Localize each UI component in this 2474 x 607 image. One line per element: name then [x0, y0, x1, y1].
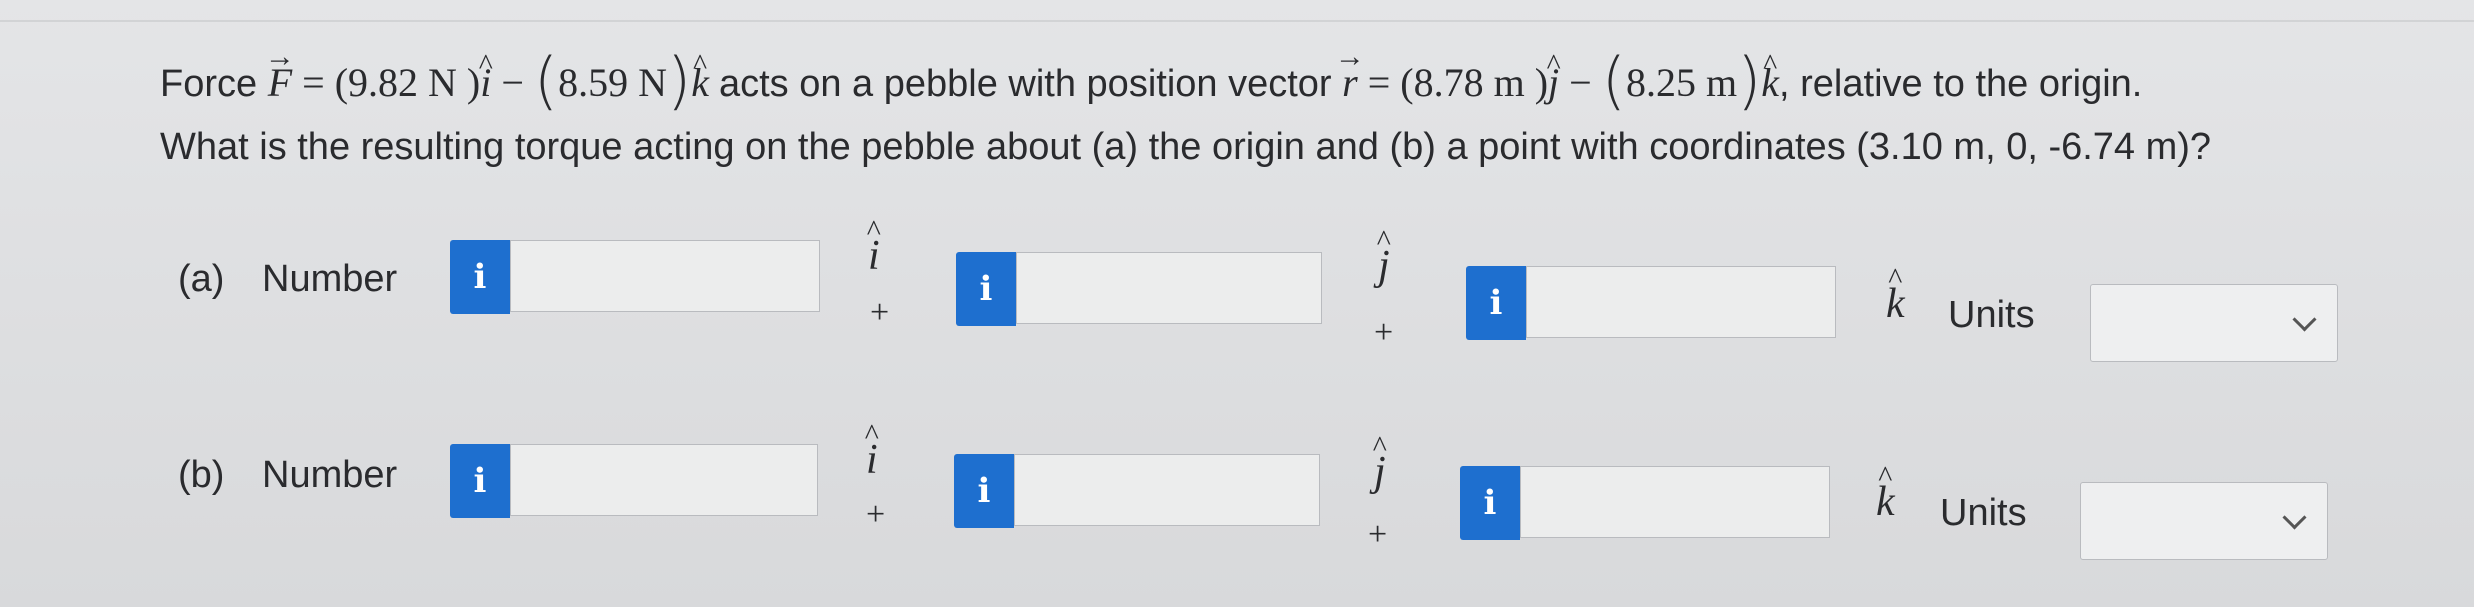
- force-z-component: 8.59 N: [558, 60, 668, 105]
- k-hat-symbol: k: [691, 42, 709, 124]
- relative-text: , relative to the origin.: [1779, 63, 2143, 105]
- question-line-1: Force F = (9.82 N )i − (8.59 N)k acts on…: [160, 40, 2400, 125]
- position-z-component: 8.25 m: [1625, 60, 1738, 105]
- force-vector-symbol: F: [268, 42, 292, 124]
- part-a-row: (a) Number i i + i j + i k Units: [0, 230, 2474, 380]
- chevron-down-icon: [2292, 307, 2317, 332]
- force-word: Force: [160, 63, 258, 105]
- part-a-units-select[interactable]: [2090, 284, 2338, 362]
- part-b-row: (b) Number i i + i j + i k Units: [0, 430, 2474, 580]
- part-b-i-unit: i: [866, 436, 878, 484]
- info-icon[interactable]: i: [1460, 466, 1520, 540]
- i-hat-symbol: i: [480, 42, 491, 124]
- position-vector-symbol: r: [1342, 42, 1358, 124]
- part-b-j-input[interactable]: [1014, 454, 1320, 526]
- info-icon[interactable]: i: [450, 444, 510, 518]
- equals-sign-2: =: [1367, 60, 1391, 105]
- part-b-k-unit: k: [1876, 478, 1895, 526]
- j-hat-symbol: j: [1548, 42, 1559, 124]
- info-icon[interactable]: i: [956, 252, 1016, 326]
- part-a-j-input[interactable]: [1016, 252, 1322, 324]
- part-a-k-unit: k: [1886, 280, 1905, 328]
- part-b-plus-1: +: [866, 496, 886, 533]
- part-b-units-select[interactable]: [2080, 482, 2328, 560]
- acts-text: acts on a pebble with position vector: [718, 63, 1332, 105]
- question-line-2: What is the resulting torque acting on t…: [160, 126, 2212, 168]
- part-a-number-label: Number: [262, 258, 398, 300]
- force-x-component: (9.82 N ): [334, 60, 481, 105]
- part-b-i-input[interactable]: [510, 444, 818, 516]
- part-a-j-unit: j: [1378, 242, 1390, 290]
- minus-sign: −: [501, 60, 524, 105]
- part-a-plus-2: +: [1374, 314, 1394, 351]
- k-hat-symbol-2: k: [1761, 42, 1779, 124]
- part-b-plus-2: +: [1368, 516, 1388, 553]
- equals-sign: =: [302, 60, 325, 105]
- part-a-label: (a): [178, 258, 225, 300]
- chevron-down-icon: [2282, 505, 2307, 530]
- minus-sign-2: −: [1569, 60, 1592, 105]
- part-b-j-unit: j: [1374, 448, 1386, 496]
- question-text: Force F = (9.82 N )i − (8.59 N)k acts on…: [160, 40, 2400, 169]
- part-a-i-unit: i: [868, 232, 880, 280]
- part-a-k-input[interactable]: [1526, 266, 1836, 338]
- part-b-number-label: Number: [262, 454, 398, 496]
- info-icon[interactable]: i: [1466, 266, 1526, 340]
- part-b-k-input[interactable]: [1520, 466, 1830, 538]
- info-icon[interactable]: i: [450, 240, 510, 314]
- part-b-units-label: Units: [1940, 492, 2027, 534]
- part-b-label: (b): [178, 454, 225, 496]
- info-icon[interactable]: i: [954, 454, 1014, 528]
- part-a-plus-1: +: [870, 294, 890, 331]
- position-y-component: (8.78 m ): [1400, 60, 1549, 105]
- part-a-units-label: Units: [1948, 294, 2035, 336]
- top-divider: [0, 20, 2474, 22]
- part-a-i-input[interactable]: [510, 240, 820, 312]
